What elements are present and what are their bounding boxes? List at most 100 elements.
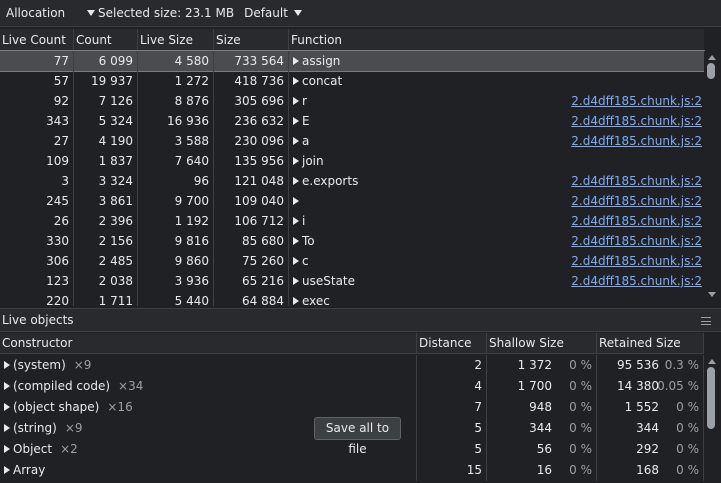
table-row[interactable]: 77 6 099 4 580 733 564 assign: [0, 50, 705, 72]
constructor-name: Object: [13, 442, 53, 456]
table-row[interactable]: 306 2 485 9 860 75 260 c 2.d4dff185.chunk.js:…: [0, 251, 704, 271]
table-row[interactable]: (compiled code) ×34 4 1 700 0 % 14 380 0.05 %: [0, 376, 704, 397]
scroll-up-icon[interactable]: [708, 359, 716, 364]
source-link[interactable]: 2.d4dff185.chunk.js:2: [571, 231, 702, 251]
column-header-live-count[interactable]: Live Count: [0, 29, 74, 50]
shallow-size-value: 344: [529, 421, 552, 435]
expand-triangle-icon[interactable]: [293, 237, 299, 245]
toolbar: Allocation Selected size: 23.1 MB Defaul…: [0, 0, 721, 27]
constructor-cell: Array: [0, 460, 417, 481]
menu-icon[interactable]: [701, 317, 711, 325]
table-row[interactable]: 330 2 156 9 816 85 680 To 2.d4dff185.chunk.js…: [0, 231, 704, 251]
column-header-live-size[interactable]: Live Size: [138, 29, 214, 50]
live-count-cell: 109: [0, 151, 74, 171]
live-size-cell: 3 588: [138, 131, 214, 151]
live-objects-scrollbar[interactable]: [704, 355, 719, 483]
size-cell: 305 696: [214, 91, 289, 111]
function-name: exec: [302, 294, 330, 306]
expand-triangle-icon[interactable]: [293, 137, 299, 145]
expand-triangle-icon[interactable]: [293, 97, 299, 105]
scrollbar-thumb[interactable]: [707, 63, 715, 79]
function-cell: a 2.d4dff185.chunk.js:2: [289, 131, 704, 151]
live-objects-table-header: Constructor Distance Shallow Size Retain…: [0, 333, 704, 354]
expand-triangle-icon[interactable]: [293, 257, 299, 265]
expand-triangle-icon[interactable]: [293, 77, 299, 85]
expand-triangle-icon[interactable]: [4, 361, 10, 369]
shallow-size-value: 16: [536, 463, 552, 477]
mode-select[interactable]: Allocation: [0, 0, 96, 27]
live-size-cell: 8 876: [138, 91, 214, 111]
table-row[interactable]: (system) ×9 2 1 372 0 % 95 536 0.3 %: [0, 355, 704, 376]
expand-triangle-icon[interactable]: [293, 197, 299, 205]
table-row[interactable]: 109 1 837 7 640 135 956 join: [0, 151, 704, 171]
count-cell: 2 485: [74, 251, 138, 271]
expand-triangle-icon[interactable]: [4, 382, 10, 390]
retained-size-value: 168: [636, 463, 659, 477]
table-row[interactable]: 27 4 190 3 588 230 096 a 2.d4dff185.chunk.js:…: [0, 131, 704, 151]
allocation-scrollbar[interactable]: [704, 51, 719, 301]
shallow-size-cell: 948 0 %: [487, 397, 597, 418]
table-row[interactable]: 123 2 038 3 936 65 216 useState 2.d4dff185.ch…: [0, 271, 704, 291]
expand-triangle-icon[interactable]: [4, 445, 10, 453]
live-count-cell: 27: [0, 131, 74, 151]
column-header-function[interactable]: Function: [289, 29, 704, 50]
column-header-shallow-size[interactable]: Shallow Size: [487, 333, 597, 353]
scrollbar-thumb[interactable]: [707, 367, 715, 429]
expand-triangle-icon[interactable]: [293, 117, 299, 125]
retained-size-cell: 14 380 0.05 %: [597, 376, 704, 397]
retained-size-cell: 95 536 0.3 %: [597, 355, 704, 376]
expand-triangle-icon[interactable]: [293, 277, 299, 285]
retained-size-percent: 0 %: [676, 463, 699, 477]
expand-triangle-icon[interactable]: [4, 424, 10, 432]
instance-count: ×34: [118, 379, 144, 393]
column-header-distance[interactable]: Distance: [417, 333, 487, 353]
expand-triangle-icon[interactable]: [4, 466, 10, 474]
source-link[interactable]: 2.d4dff185.chunk.js:2: [571, 271, 702, 291]
function-cell: i 2.d4dff185.chunk.js:2: [289, 211, 704, 231]
retained-size-value: 344: [636, 421, 659, 435]
table-row[interactable]: 33 324 96 121 048 e.exports 2.d4dff185.chunk…: [0, 171, 704, 191]
source-link[interactable]: 2.d4dff185.chunk.js:2: [571, 111, 702, 131]
source-link[interactable]: 2.d4dff185.chunk.js:2: [571, 171, 702, 191]
scroll-up-icon[interactable]: [708, 55, 716, 60]
table-row[interactable]: 343 5 324 16 936 236 632 E 2.d4dff185.chunk.j…: [0, 111, 704, 131]
live-count-cell: 77: [0, 51, 74, 71]
column-header-retained-size[interactable]: Retained Size: [597, 333, 704, 353]
save-all-to-file-button[interactable]: Save all to file: [314, 417, 401, 456]
table-row[interactable]: 92 7 126 8 876 305 696 r 2.d4dff185.chunk.js:…: [0, 91, 704, 111]
distance-cell: 5: [417, 439, 487, 460]
expand-triangle-icon[interactable]: [293, 297, 299, 305]
expand-triangle-icon[interactable]: [293, 157, 299, 165]
retained-size-value: 292: [636, 442, 659, 456]
function-cell: exec: [289, 291, 704, 306]
column-header-count[interactable]: Count: [74, 29, 138, 50]
expand-triangle-icon[interactable]: [293, 177, 299, 185]
scroll-down-icon[interactable]: [708, 292, 716, 297]
count-cell: 6 099: [74, 51, 138, 71]
column-header-constructor[interactable]: Constructor: [0, 333, 417, 353]
table-row[interactable]: (object shape) ×16 7 948 0 % 1 552 0 %: [0, 397, 704, 418]
table-row[interactable]: 57 19 937 1 272 418 736 concat: [0, 71, 704, 91]
function-cell: 2.d4dff185.chunk.js:2: [289, 191, 704, 211]
table-row[interactable]: 245 3 861 9 700 109 040 2.d4dff185.chunk.js:…: [0, 191, 704, 211]
table-row[interactable]: Array 15 16 0 % 168 0 %: [0, 460, 704, 481]
table-row[interactable]: 220 1 711 5 440 64 884 exec: [0, 291, 704, 306]
function-name: e.exports: [302, 174, 359, 188]
expand-triangle-icon[interactable]: [293, 57, 299, 65]
view-select[interactable]: Default: [234, 0, 302, 27]
source-link[interactable]: 2.d4dff185.chunk.js:2: [571, 91, 702, 111]
expand-triangle-icon[interactable]: [293, 217, 299, 225]
column-header-size[interactable]: Size: [214, 29, 289, 50]
allocation-table: Live Count Count Live Size Size Function…: [0, 29, 721, 306]
source-link[interactable]: 2.d4dff185.chunk.js:2: [571, 131, 702, 151]
count-cell: 3 324: [74, 171, 138, 191]
source-link[interactable]: 2.d4dff185.chunk.js:2: [571, 191, 702, 211]
constructor-name: (string): [13, 421, 57, 435]
live-size-cell: 7 640: [138, 151, 214, 171]
count-cell: 3 861: [74, 191, 138, 211]
source-link[interactable]: 2.d4dff185.chunk.js:2: [571, 211, 702, 231]
source-link[interactable]: 2.d4dff185.chunk.js:2: [571, 251, 702, 271]
table-row[interactable]: 26 2 396 1 192 106 712 i 2.d4dff185.chunk.js:…: [0, 211, 704, 231]
function-cell: E 2.d4dff185.chunk.js:2: [289, 111, 704, 131]
expand-triangle-icon[interactable]: [4, 403, 10, 411]
